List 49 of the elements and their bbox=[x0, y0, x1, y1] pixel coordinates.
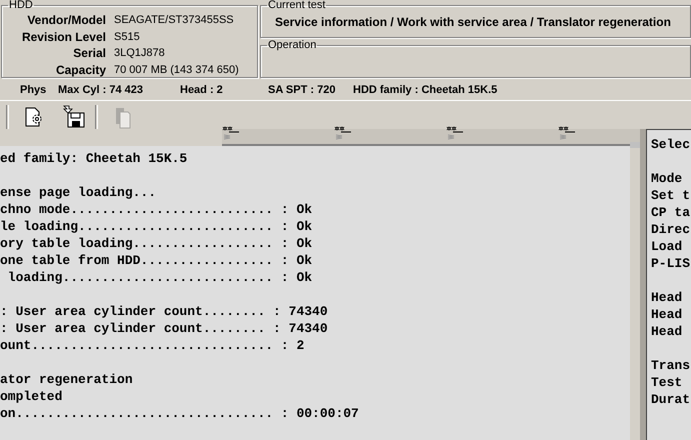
field-label: Capacity bbox=[54, 64, 106, 77]
info-text: HDD family : Cheetah 15K.5 bbox=[353, 84, 498, 96]
log-line: one table from HDD................. : Ok bbox=[0, 252, 314, 269]
log-line: ount............................... : 2 bbox=[0, 337, 306, 354]
info-text: Head : 2 bbox=[180, 84, 224, 96]
side-line: Direc bbox=[651, 221, 691, 238]
log-line: : User area cylinder count........ : 74340 bbox=[0, 320, 329, 337]
log-line: ense page loading... bbox=[0, 184, 158, 201]
floppy-disk-button[interactable] bbox=[62, 105, 86, 129]
side-line: Durat bbox=[651, 391, 691, 408]
field-value: S515 bbox=[114, 30, 141, 44]
side-line: Head bbox=[651, 323, 684, 340]
panel-title: HDD bbox=[8, 0, 34, 11]
log-line: loading........................... : Ok bbox=[6, 269, 314, 286]
ruler-mark-icon bbox=[222, 126, 242, 141]
side-line: Set t bbox=[651, 187, 691, 204]
field-value: 70 007 MB (143 374 650) bbox=[114, 64, 240, 77]
log-line: ed family: Cheetah 15K.5 bbox=[0, 150, 188, 167]
field-value: SEAGATE/ST373455SS bbox=[114, 14, 235, 28]
field-value: 3LQ1J878 bbox=[114, 47, 166, 60]
log-line: ompleted bbox=[0, 388, 64, 405]
ruler-mark-icon bbox=[558, 126, 578, 141]
ruler-mark-icon bbox=[334, 126, 354, 141]
panel-title: Current test bbox=[267, 0, 326, 11]
info-text: Phys bbox=[20, 84, 48, 96]
side-line: Mode bbox=[651, 170, 684, 187]
field-label: Serial bbox=[72, 47, 106, 60]
side-line: Selec bbox=[651, 136, 691, 153]
log-line: chno mode.......................... : Ok bbox=[0, 201, 314, 218]
side-line: CP ta bbox=[651, 204, 691, 221]
info-text: SA SPT : 720 bbox=[268, 84, 336, 96]
floppy-disk-icon bbox=[62, 104, 86, 130]
log-line: ory table loading.................. : Ok bbox=[0, 235, 314, 252]
ruler-mark-icon bbox=[446, 126, 466, 141]
side-line: Trans bbox=[651, 357, 691, 374]
panel-title: Operation bbox=[267, 40, 318, 51]
side-line: Head bbox=[651, 289, 684, 306]
test-path: Service information / Work with service area / Translator regeneration bbox=[274, 14, 672, 29]
side-line: P-LIS bbox=[651, 255, 691, 272]
log-line: : User area cylinder count........ : 74340 bbox=[0, 303, 329, 320]
log-line: le loading......................... : Ok bbox=[0, 218, 314, 235]
info-text: Max Cyl : 74 423 bbox=[58, 84, 144, 96]
log-line: on................................. : 00:00:07 bbox=[0, 405, 360, 422]
side-line: Test bbox=[651, 374, 684, 391]
side-line: Load bbox=[651, 238, 684, 255]
log-line: ator regeneration bbox=[0, 371, 134, 388]
field-label: Revision Level bbox=[20, 30, 106, 44]
side-line: Head bbox=[651, 306, 684, 323]
field-label: Vendor/Model bbox=[26, 14, 106, 28]
